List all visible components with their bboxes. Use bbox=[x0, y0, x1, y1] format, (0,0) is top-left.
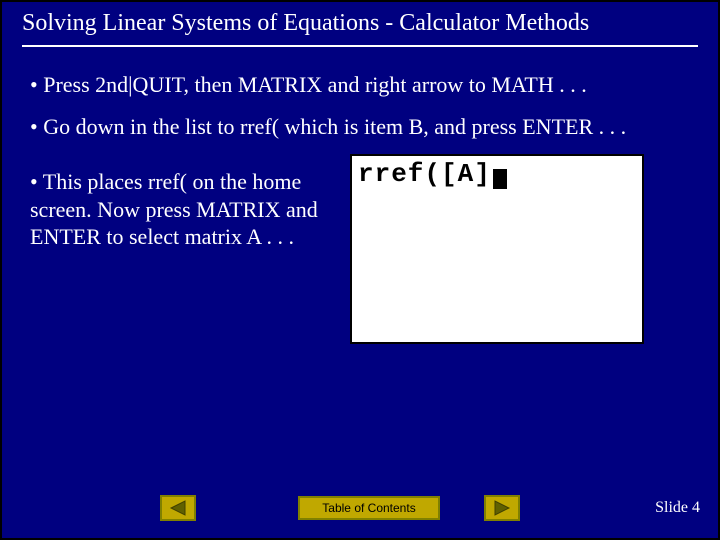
next-button[interactable] bbox=[484, 495, 520, 521]
triangle-left-icon bbox=[169, 500, 187, 516]
slide-number: Slide 4 bbox=[655, 499, 700, 517]
toc-button[interactable]: Table of Contents bbox=[298, 496, 440, 520]
calculator-screen: rref([A] bbox=[350, 154, 644, 344]
calc-line: rref([A] bbox=[358, 159, 491, 189]
toc-label: Table of Contents bbox=[322, 501, 415, 515]
bullet-item: • This places rref( on the home screen. … bbox=[30, 168, 330, 251]
page-title: Solving Linear Systems of Equations - Ca… bbox=[22, 10, 698, 37]
title-bar: Solving Linear Systems of Equations - Ca… bbox=[2, 2, 718, 41]
bullet-item: • Go down in the list to rref( which is … bbox=[30, 113, 690, 141]
prev-button[interactable] bbox=[160, 495, 196, 521]
cursor-icon bbox=[493, 169, 507, 189]
bullet-item: • Press 2nd|QUIT, then MATRIX and right … bbox=[30, 71, 690, 99]
footer-bar: Table of Contents Slide 4 bbox=[2, 492, 718, 524]
content-area: • Press 2nd|QUIT, then MATRIX and right … bbox=[2, 47, 718, 344]
triangle-right-icon bbox=[493, 500, 511, 516]
bullet-row: • This places rref( on the home screen. … bbox=[30, 154, 690, 344]
